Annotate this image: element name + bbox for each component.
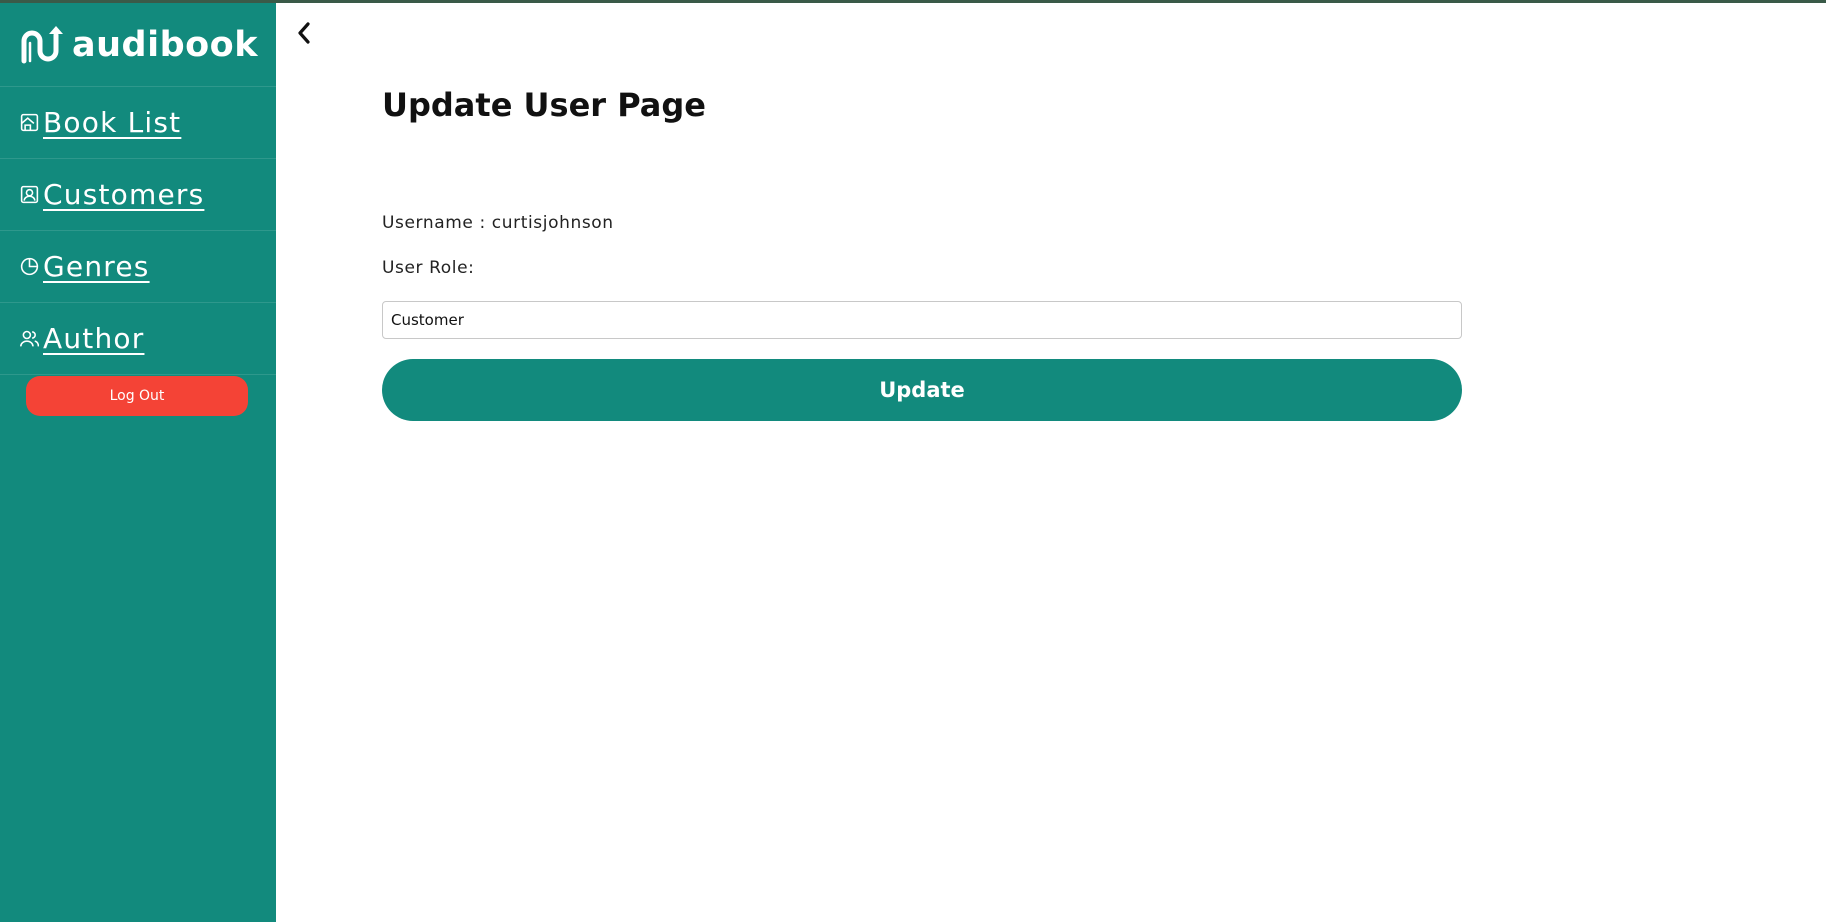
audibook-logo-icon: [21, 25, 63, 63]
update-button[interactable]: Update: [382, 359, 1462, 421]
sidebar: audibook Book List Customers Genres Auth…: [0, 3, 276, 922]
user-role-input[interactable]: [382, 301, 1462, 339]
sidebar-item-customers[interactable]: Customers: [0, 159, 276, 231]
brand-name: audibook: [71, 24, 258, 65]
sidebar-item-label: Customers: [43, 178, 205, 211]
sidebar-item-author[interactable]: Author: [0, 303, 276, 375]
user-role-label: User Role:: [382, 258, 475, 278]
contact-card-icon: [18, 183, 41, 206]
sidebar-item-label: Author: [43, 322, 145, 355]
sidebar-item-label: Genres: [43, 250, 150, 283]
logout-wrapper: Log Out: [0, 376, 276, 416]
pie-chart-icon: [18, 255, 41, 278]
page-title: Update User Page: [382, 86, 706, 124]
house-icon: [18, 111, 41, 134]
username-text: Username : curtisjohnson: [382, 213, 614, 233]
sidebar-item-book-list[interactable]: Book List: [0, 87, 276, 159]
logout-button[interactable]: Log Out: [26, 376, 248, 416]
users-icon: [18, 327, 41, 350]
back-button[interactable]: [292, 16, 316, 50]
sidebar-item-genres[interactable]: Genres: [0, 231, 276, 303]
chevron-left-icon: [298, 22, 310, 44]
brand[interactable]: audibook: [0, 3, 276, 87]
sidebar-item-label: Book List: [43, 106, 182, 139]
